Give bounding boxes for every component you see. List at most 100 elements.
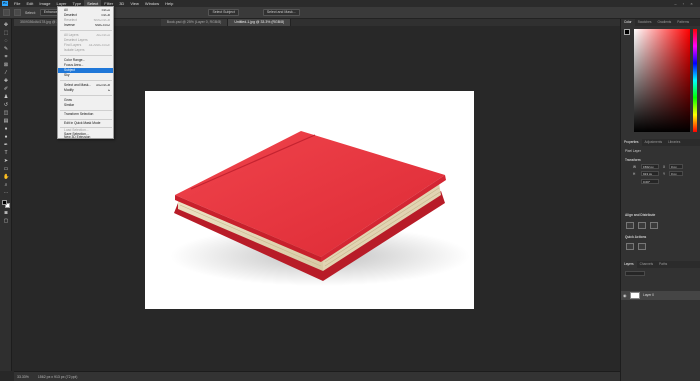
healing-brush-icon[interactable]: ✚ [3, 79, 9, 84]
color-picker-field[interactable] [634, 29, 690, 132]
quick-action-icon[interactable] [626, 243, 634, 250]
tab-layers[interactable]: Layers [621, 261, 637, 268]
marquee-tool-icon[interactable]: ⬚ [3, 31, 9, 36]
lasso-tool-icon[interactable]: ◌ [3, 39, 9, 44]
close-icon[interactable]: × [688, 0, 695, 7]
screen-mode-icon[interactable]: ▢ [3, 219, 9, 224]
eyedropper-tool-icon[interactable]: ⁄ [3, 71, 9, 76]
menu-file[interactable]: File [11, 0, 23, 7]
tab-channels[interactable]: Channels [637, 261, 656, 268]
menu-view[interactable]: View [127, 0, 142, 7]
move-tool-icon[interactable]: ✥ [3, 23, 9, 28]
zoom-level[interactable]: 33.33% [17, 375, 29, 379]
history-brush-icon[interactable]: ↺ [3, 103, 9, 108]
tab-swatches[interactable]: Swatches [635, 19, 655, 26]
menu-item-inverse[interactable]: Inverse Shift+Ctrl+I [58, 23, 113, 28]
layer-thumbnail [630, 292, 640, 299]
tab-libraries[interactable]: Libraries [665, 139, 683, 146]
path-select-icon[interactable]: ➤ [3, 159, 9, 164]
zoom-tool-icon[interactable]: ⌕ [3, 183, 9, 188]
select-subject-button[interactable]: Select Subject [208, 9, 239, 16]
quick-actions-heading: Quick Actions [625, 235, 647, 239]
eraser-tool-icon[interactable]: ◫ [3, 111, 9, 116]
doc-tab[interactable]: Book.psd @ 25% (Layer 0, RGB/8) [160, 19, 229, 26]
menu-item-transform-selection[interactable]: Transform Selection [58, 112, 113, 117]
quick-mask-icon[interactable]: ◙ [3, 211, 9, 216]
hue-slider[interactable] [693, 29, 697, 132]
menu-item-new-3d-extrusion[interactable]: New 3D Extrusion [58, 135, 113, 139]
tab-patterns[interactable]: Patterns [674, 19, 692, 26]
menu-separator [60, 80, 112, 81]
align-right-icon[interactable] [650, 222, 658, 229]
menu-help[interactable]: Help [162, 0, 176, 7]
visibility-eye-icon[interactable]: ◉ [623, 293, 627, 298]
tab-adjustments[interactable]: Adjustments [642, 139, 666, 146]
tab-color[interactable]: Color [621, 19, 635, 26]
rotation-field[interactable]: 0.00° [641, 179, 659, 184]
more-tools-icon[interactable]: ⋯ [3, 191, 9, 196]
x-field[interactable]: 0 px [669, 164, 683, 169]
menu-item-quick-mask[interactable]: Edit in Quick Mask Mode [58, 121, 113, 126]
menu-image[interactable]: Image [36, 0, 53, 7]
document-info: 1562 px x 913 px (72 ppi) [37, 375, 78, 379]
status-bar: 33.33% 1562 px x 913 px (72 ppi) [14, 371, 700, 381]
doc-tab-active[interactable]: Untitled-1.jpg @ 33.3% (RGB/8) [228, 19, 292, 26]
select-menu-dropdown: All Ctrl+A Deselect Ctrl+D Reselect Shift+C… [57, 6, 114, 139]
tool-preset-icon[interactable] [14, 9, 21, 16]
tab-paths[interactable]: Paths [656, 261, 670, 268]
select-mode-label: Select: [25, 10, 36, 15]
menu-separator [60, 30, 112, 31]
menu-separator [60, 110, 112, 111]
menu-separator [60, 95, 112, 96]
properties-type: Pixel Layer [625, 149, 641, 153]
tools-panel: ✥ ⬚ ◌ ✎ ⌗ ⊠ ⁄ ✚ ✐ ♟ ↺ ◫ ▤ ♦ ● ✒ T ➤ ▭ ✋ … [0, 19, 12, 371]
menu-item-isolate-layers[interactable]: Isolate Layers [58, 48, 113, 53]
menu-item-modify[interactable]: Modify ▸ [58, 88, 113, 93]
layers-panel-tabs: Layers Channels Paths [621, 261, 700, 268]
brush-tool-icon[interactable]: ✐ [3, 87, 9, 92]
width-field[interactable]: 1562 px [641, 164, 659, 169]
blur-tool-icon[interactable]: ♦ [3, 127, 9, 132]
tab-properties[interactable]: Properties [621, 139, 642, 146]
height-field[interactable]: 913 px [641, 171, 659, 176]
fg-color-chip[interactable] [624, 29, 630, 35]
pen-tool-icon[interactable]: ✒ [3, 143, 9, 148]
maximize-icon[interactable]: ▫ [680, 0, 687, 7]
menu-window[interactable]: Window [142, 0, 162, 7]
y-field[interactable]: 0 px [669, 171, 683, 176]
menu-edit[interactable]: Edit [23, 0, 36, 7]
red-book-image [170, 131, 470, 286]
align-heading: Align and Distribute [625, 213, 656, 217]
menu-item-similar[interactable]: Similar [58, 103, 113, 108]
crop-tool-icon[interactable]: ⌗ [3, 55, 9, 60]
hand-tool-icon[interactable]: ✋ [3, 175, 9, 180]
home-icon[interactable] [3, 9, 10, 16]
minimize-icon[interactable]: – [672, 0, 679, 7]
layer-name[interactable]: Layer 0 [643, 293, 654, 297]
quick-select-tool-icon[interactable]: ✎ [3, 47, 9, 52]
transform-heading: Transform [625, 158, 641, 162]
menu-separator [60, 55, 112, 56]
gradient-tool-icon[interactable]: ▤ [3, 119, 9, 124]
photoshop-logo: Ps [2, 1, 8, 6]
menu-item-sky[interactable]: Sky [58, 73, 113, 78]
align-center-icon[interactable] [638, 222, 646, 229]
foreground-color-swatch[interactable] [2, 200, 7, 205]
color-panel-tabs: Color Swatches Gradients Patterns [621, 19, 700, 26]
tab-gradients[interactable]: Gradients [654, 19, 674, 26]
select-and-mask-button[interactable]: Select and Mask... [262, 9, 300, 16]
type-tool-icon[interactable]: T [3, 151, 9, 156]
document-canvas[interactable] [145, 91, 474, 309]
align-left-icon[interactable] [626, 222, 634, 229]
menu-separator [60, 119, 112, 120]
menu-3d[interactable]: 3D [116, 0, 127, 7]
layer-filter[interactable] [625, 271, 645, 276]
frame-tool-icon[interactable]: ⊠ [3, 63, 9, 68]
right-dock: Color Swatches Gradients Patterns Proper… [620, 19, 700, 381]
layer-row[interactable]: ◉ Layer 0 [621, 291, 700, 300]
quick-action-icon[interactable] [638, 243, 646, 250]
properties-panel-tabs: Properties Adjustments Libraries [621, 139, 700, 146]
dodge-tool-icon[interactable]: ● [3, 135, 9, 140]
clone-stamp-icon[interactable]: ♟ [3, 95, 9, 100]
rectangle-tool-icon[interactable]: ▭ [3, 167, 9, 172]
